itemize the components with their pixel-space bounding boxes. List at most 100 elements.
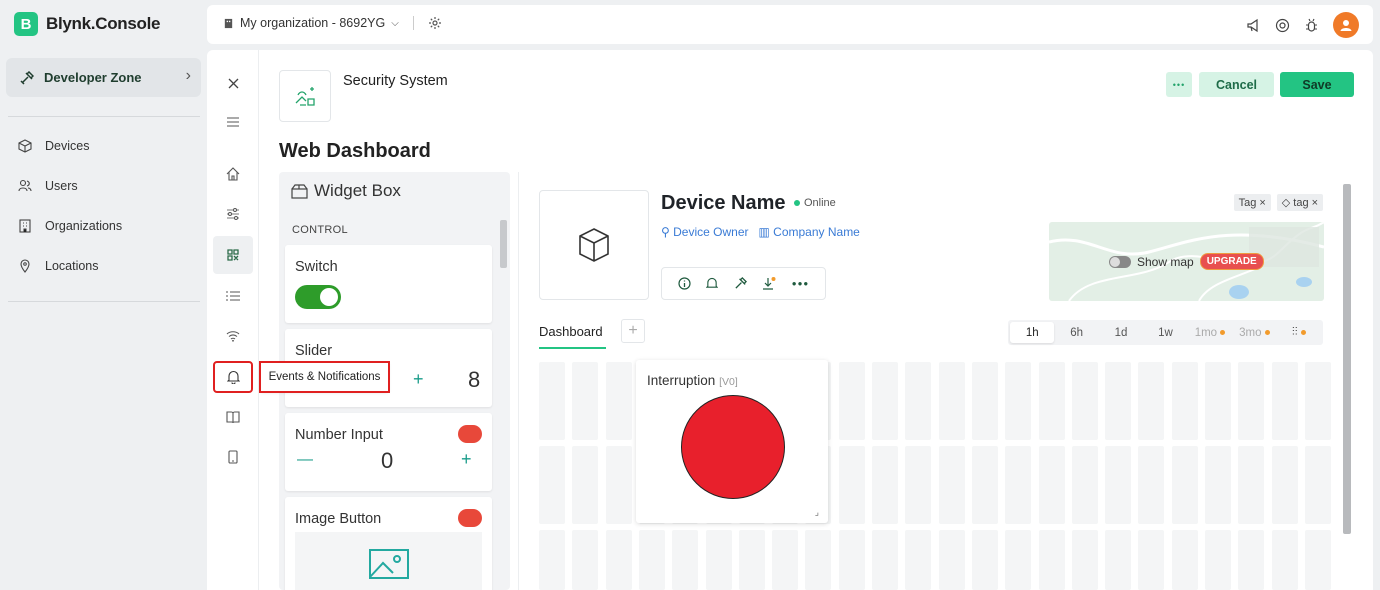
template-image[interactable] [279,70,331,122]
range-1d[interactable]: 1d [1099,322,1143,343]
list-icon [226,291,240,301]
resize-handle-icon[interactable]: ⌟ [815,507,819,518]
device-image [539,190,649,300]
developer-zone-item[interactable]: Developer Zone › [6,58,201,97]
widget-title: Interruption [V0] [647,373,738,388]
preview-scrollbar[interactable] [1341,172,1353,590]
grid-cell [1005,446,1032,524]
grid-cell [1105,530,1132,590]
download-icon[interactable] [762,276,776,291]
dashboard-preview: Device Name Online ⚲ Device Owner ▥ Comp… [518,172,1353,590]
device-map[interactable]: Show map UPGRADE [1049,222,1324,301]
rail-mobile-dashboard[interactable] [213,438,253,476]
info-icon[interactable] [678,277,691,290]
close-icon[interactable]: × [1312,197,1318,209]
grid-cell [1238,530,1265,590]
grid-cell [1138,446,1165,524]
tools-icon[interactable] [734,277,747,290]
close-icon[interactable]: × [1259,197,1265,209]
tab-dashboard[interactable]: Dashboard [539,324,603,339]
range-label: 3mo [1239,326,1262,339]
grid-cell [1038,530,1065,590]
range-label: 1mo [1194,326,1218,339]
grid-cell [1238,362,1265,440]
range-6h[interactable]: 6h [1054,322,1098,343]
scrollbar-thumb[interactable] [1343,184,1351,534]
switch-preview [295,285,341,309]
grid-cell [1171,446,1198,524]
range-1mo[interactable]: 1mo [1188,322,1232,343]
image-icon [369,549,409,579]
sidebar-item-devices[interactable]: Devices [18,139,89,153]
more-icon[interactable]: ●●● [792,279,810,288]
widget-title-label: Interruption [647,373,716,388]
grid-cell [1171,530,1198,590]
tag-label: tag [1293,196,1309,209]
upgrade-badge[interactable]: UPGRADE [1199,253,1264,270]
grid-cell [605,530,632,590]
add-tab-button[interactable]: + [621,319,645,343]
device-owner-link[interactable]: ⚲ Device Owner [661,225,748,239]
widget-card-image-button[interactable]: Image Button [285,497,492,590]
widget-card-title: Slider [295,343,333,359]
org-selector[interactable]: My organization - 8692YG ⌵ [223,16,442,30]
rail-list[interactable] [213,277,253,315]
grid-cell [938,362,965,440]
cancel-button[interactable]: Cancel [1199,72,1274,97]
cube-icon [18,139,32,153]
rail-docs[interactable] [213,398,253,436]
widget-card-title: Number Input [295,427,383,443]
menu-button[interactable] [213,103,253,141]
range-1w[interactable]: 1w [1143,322,1187,343]
save-button[interactable]: Save [1280,72,1354,97]
bug-icon[interactable] [1304,18,1319,33]
sidebar-item-organizations[interactable]: Organizations [18,219,122,233]
sidebar-item-users[interactable]: Users [18,179,78,193]
led-widget-interruption[interactable]: Interruption [V0] ⌟ [636,360,828,523]
sidebar-item-locations[interactable]: Locations [18,259,99,273]
range-3mo[interactable]: 3mo [1232,322,1276,343]
rail-datastreams[interactable] [213,195,253,233]
divider [8,116,200,117]
range-1h[interactable]: 1h [1010,322,1055,343]
grid-cell [1038,446,1065,524]
user-avatar[interactable] [1333,12,1359,38]
chevron-down-icon: ⌵ [391,17,399,29]
show-map-toggle[interactable]: Show map UPGRADE [1109,253,1264,270]
company-name-link[interactable]: ▥ Company Name [758,225,859,239]
widget-box-header: Widget Box [291,181,401,201]
app-name: Blynk.Console [46,14,161,33]
grid-cell [1005,530,1032,590]
divider [8,301,200,302]
rail-connectivity[interactable] [213,317,253,355]
toggle-switch[interactable] [1109,255,1131,268]
widget-card-number-input[interactable]: Number Input — 0 + [285,413,492,491]
divider [412,16,414,30]
sidebar-item-label: Users [45,179,78,193]
grid-cell [1271,530,1298,590]
minus-icon: — [297,451,313,468]
template-name: Security System [343,73,448,89]
bell-icon[interactable] [706,277,719,290]
more-options-button[interactable]: ••• [1166,72,1192,97]
megaphone-icon[interactable] [1246,18,1261,33]
tag-chip[interactable]: ◇ tag × [1276,194,1323,211]
rail-web-dashboard[interactable] [213,236,253,274]
grid-cell [1071,362,1098,440]
number-input-value: 0 [381,448,394,473]
tag-chip[interactable]: Tag × [1233,194,1271,211]
range-custom[interactable]: ⫶⫶ [1277,322,1321,343]
help-lifebuoy-icon[interactable] [1275,18,1290,33]
rail-events-notifications[interactable] [213,361,253,393]
equalizer-icon: ⫶⫶ [1291,326,1298,338]
grid-cell [1271,446,1298,524]
scrollbar-thumb[interactable] [500,220,507,268]
widget-box-scrollbar[interactable] [499,208,508,576]
logo[interactable]: B Blynk.Console [14,12,160,36]
widget-box-icon [291,183,308,199]
close-button[interactable] [213,64,253,102]
rail-home[interactable] [213,155,253,193]
widget-card-switch[interactable]: Switch [285,245,492,323]
gear-icon[interactable] [428,16,442,30]
dashboard-icon [227,249,239,261]
